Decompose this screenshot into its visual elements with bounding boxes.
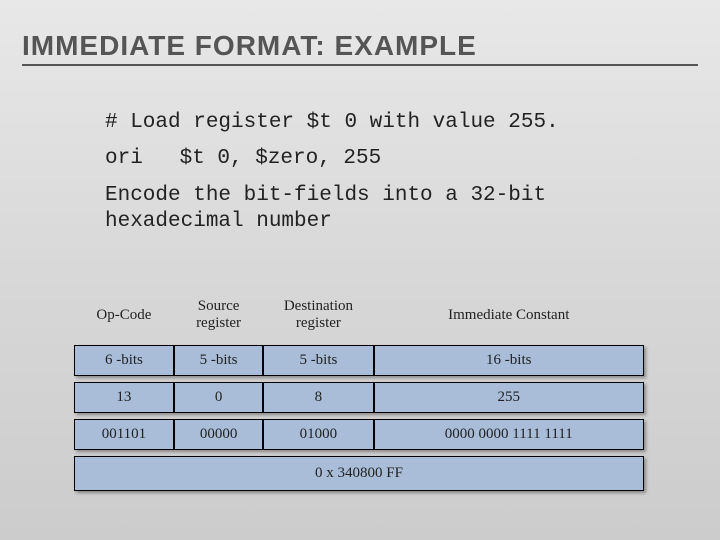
code-comment: # Load register $t 0 with value 255. xyxy=(105,110,660,136)
binary-opcode: 001101 xyxy=(74,419,174,450)
binary-row: 001101 00000 01000 0000 0000 1111 1111 xyxy=(74,419,644,450)
binary-immediate: 0000 0000 1111 1111 xyxy=(374,419,644,450)
instruction-operands: $t 0, $zero, 255 xyxy=(180,147,382,170)
binary-destination: 01000 xyxy=(263,419,373,450)
width-destination: 5 -bits xyxy=(263,345,373,376)
header-immediate-constant: Immediate Constant xyxy=(374,296,644,339)
header-opcode: Op-Code xyxy=(74,296,174,339)
code-instruction: ori $t 0, $zero, 255 xyxy=(105,146,660,172)
hex-row: 0 x 340800 FF xyxy=(74,456,644,491)
encoding-table: Op-Code Source register Destination regi… xyxy=(74,290,644,497)
width-source: 5 -bits xyxy=(174,345,263,376)
decimal-destination: 8 xyxy=(263,382,373,413)
binary-source: 00000 xyxy=(174,419,263,450)
width-immediate: 16 -bits xyxy=(374,345,644,376)
width-opcode: 6 -bits xyxy=(74,345,174,376)
slide-title: IMMEDIATE FORMAT: EXAMPLE xyxy=(22,30,698,66)
decimal-row: 13 0 8 255 xyxy=(74,382,644,413)
header-source-register: Source register xyxy=(174,296,263,339)
decimal-source: 0 xyxy=(174,382,263,413)
slide-body: # Load register $t 0 with value 255. ori… xyxy=(105,110,660,245)
instruction-mnemonic: ori xyxy=(105,146,167,172)
encode-prompt: Encode the bit-fields into a 32-bit hexa… xyxy=(105,183,660,236)
hex-value: 0 x 340800 FF xyxy=(74,456,644,491)
header-destination-register: Destination register xyxy=(263,296,373,339)
decimal-immediate: 255 xyxy=(374,382,644,413)
widths-row: 6 -bits 5 -bits 5 -bits 16 -bits xyxy=(74,345,644,376)
decimal-opcode: 13 xyxy=(74,382,174,413)
table-header-row: Op-Code Source register Destination regi… xyxy=(74,296,644,339)
